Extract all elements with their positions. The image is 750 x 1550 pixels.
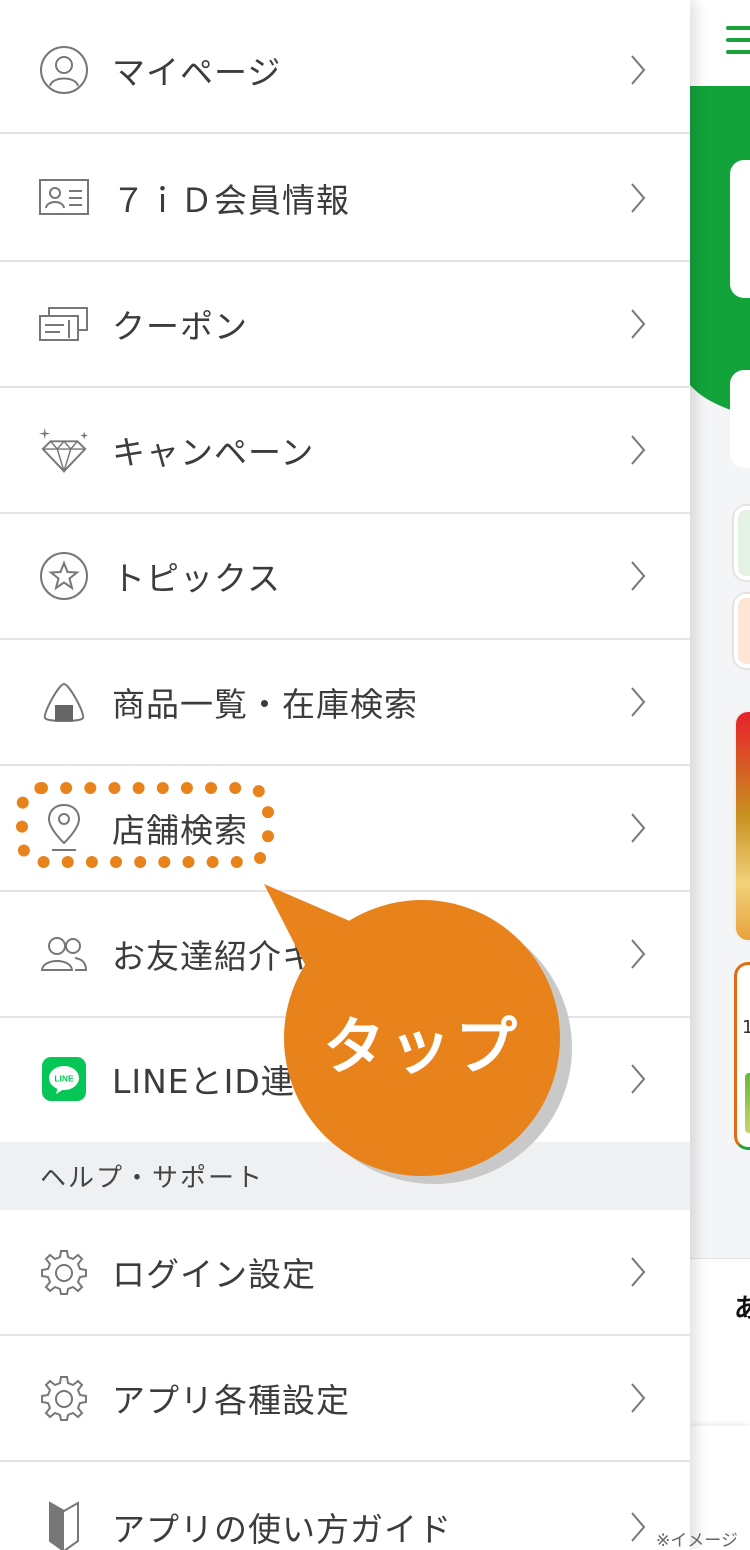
chevron-right-icon: [631, 687, 646, 717]
onigiri-icon: [38, 676, 90, 728]
line-icon: LINE: [38, 1053, 90, 1105]
section-panel: [690, 1258, 750, 1428]
diamond-icon: [38, 424, 90, 476]
menu-item-label: アプリの使い方ガイド: [112, 1510, 452, 1549]
chevron-right-icon: [631, 1512, 646, 1542]
menu-item-app-settings[interactable]: アプリ各種設定: [0, 1336, 690, 1462]
chevron-right-icon: [631, 55, 646, 85]
section-title: ヘルプ・サポート: [40, 1163, 265, 1194]
star-icon: [38, 550, 90, 602]
gear-icon: [38, 1372, 90, 1424]
chevron-right-icon: [631, 1064, 646, 1094]
promo-number: 1: [742, 1017, 750, 1038]
chevron-right-icon: [631, 561, 646, 591]
background-app-peek: 1 あ: [690, 0, 750, 1550]
menu-item-label: お友達紹介キ: [112, 937, 316, 976]
bubble-text: タップ: [322, 1010, 521, 1083]
menu-item-coupon[interactable]: クーポン: [0, 262, 690, 388]
coupon-icon: [38, 298, 90, 350]
id-card-icon: [38, 172, 90, 224]
product-image: [745, 1073, 750, 1133]
menu-item-label: クーポン: [112, 307, 248, 346]
menu-item-label: ７ｉＤ会員情報: [112, 181, 350, 220]
menu-item-mypage[interactable]: マイページ: [0, 8, 690, 134]
beginner-mark-icon: [38, 1501, 90, 1550]
menu-item-campaign[interactable]: キャンペーン: [0, 388, 690, 514]
side-menu-drawer: マイページ ７ｉＤ会員情報 クーポン キャンペーン トピックス 商品一覧・在庫検…: [0, 0, 690, 1550]
chevron-right-icon: [631, 939, 646, 969]
menu-item-login-settings[interactable]: ログイン設定: [0, 1210, 690, 1336]
gear-icon: [38, 1246, 90, 1298]
menu-item-topics[interactable]: トピックス: [0, 514, 690, 640]
section-heading: あ: [734, 1294, 750, 1324]
menu-item-label: キャンペーン: [112, 433, 315, 472]
menu-item-7id[interactable]: ７ｉＤ会員情報: [0, 136, 690, 262]
banner-card[interactable]: [730, 160, 750, 298]
chevron-right-icon: [631, 183, 646, 213]
image-note: ※イメージ: [656, 1531, 738, 1550]
chevron-right-icon: [631, 1383, 646, 1413]
menu-item-usage-guide[interactable]: アプリの使い方ガイド: [0, 1464, 690, 1550]
menu-item-label: マイページ: [112, 53, 282, 92]
person-icon: [38, 44, 90, 96]
friends-icon: [38, 928, 90, 980]
chevron-right-icon: [631, 813, 646, 843]
chevron-right-icon: [631, 309, 646, 339]
app-header: [690, 0, 750, 86]
menu-item-label: トピックス: [112, 559, 282, 598]
hamburger-menu-icon[interactable]: [726, 26, 750, 62]
promo-image[interactable]: [734, 710, 750, 942]
chevron-right-icon: [631, 435, 646, 465]
info-card[interactable]: [730, 370, 750, 468]
chevron-right-icon: [631, 1257, 646, 1287]
promo-card[interactable]: 1: [734, 962, 750, 1150]
menu-item-label: アプリ各種設定: [112, 1381, 350, 1420]
menu-item-products[interactable]: 商品一覧・在庫検索: [0, 640, 690, 766]
menu-item-label: 商品一覧・在庫検索: [112, 685, 418, 724]
speech-bubble: タップ: [284, 900, 560, 1176]
svg-text:LINE: LINE: [54, 1074, 74, 1084]
tap-highlight-box: [16, 782, 274, 868]
shortcut-tile[interactable]: [734, 506, 750, 580]
shortcut-tile[interactable]: [734, 594, 750, 668]
menu-item-label: ログイン設定: [112, 1255, 316, 1294]
